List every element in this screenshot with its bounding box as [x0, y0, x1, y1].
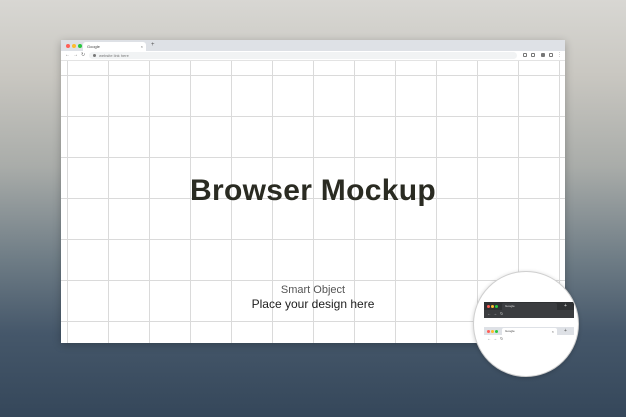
maximize-window-icon[interactable] — [78, 44, 82, 48]
back-icon: ← — [487, 336, 491, 341]
page-title: Browser Mockup — [190, 174, 436, 207]
new-tab-icon: + — [564, 303, 567, 309]
new-tab-icon[interactable]: + — [151, 42, 155, 49]
dark-tab-title: Google — [505, 304, 515, 308]
theme-preview-inset: Google + ← → ↻ Google × + ← → ↻ — [473, 271, 579, 377]
new-tab-icon: + — [564, 328, 567, 334]
maximize-window-icon — [495, 305, 498, 308]
close-window-icon[interactable] — [66, 44, 70, 48]
reload-icon[interactable]: ↻ — [81, 52, 85, 59]
dark-toolbar: ← → ↻ — [484, 310, 574, 318]
back-icon[interactable]: ← — [65, 52, 70, 59]
reload-icon: ↻ — [500, 311, 504, 316]
minimize-window-icon — [491, 305, 494, 308]
light-tab-title: Google — [505, 329, 515, 333]
menu-icon[interactable]: ⋮ — [557, 52, 562, 59]
share-icon[interactable] — [523, 53, 527, 57]
close-window-icon — [487, 305, 490, 308]
address-bar[interactable]: website link here — [89, 52, 517, 59]
site-info-icon — [93, 54, 96, 57]
reload-icon: ↻ — [500, 336, 504, 341]
tab-close-icon: × — [551, 329, 554, 334]
bookmark-icon[interactable] — [531, 53, 535, 57]
minimize-window-icon — [491, 330, 494, 333]
tab-title: Google — [87, 44, 100, 49]
forward-icon: → — [493, 311, 497, 316]
profile-icon[interactable] — [549, 53, 553, 57]
tab-bar: Google × + — [61, 40, 565, 51]
maximize-window-icon — [495, 330, 498, 333]
tab-google[interactable]: Google × — [83, 42, 146, 51]
light-tab: Google × — [502, 328, 557, 335]
light-browser-preview: Google × + ← → ↻ — [484, 327, 574, 343]
forward-icon[interactable]: → — [73, 52, 78, 59]
forward-icon: → — [493, 336, 497, 341]
tab-close-icon[interactable]: × — [141, 43, 143, 50]
toolbar: ← → ↻ website link here ⋮ — [61, 51, 565, 61]
address-text: website link here — [99, 53, 129, 58]
minimize-window-icon[interactable] — [72, 44, 76, 48]
extensions-icon[interactable] — [541, 53, 545, 57]
dark-tab: Google — [502, 303, 557, 310]
back-icon: ← — [487, 311, 491, 316]
dark-browser-preview: Google + ← → ↻ — [484, 302, 574, 318]
light-toolbar: ← → ↻ — [484, 335, 574, 343]
close-window-icon — [487, 330, 490, 333]
